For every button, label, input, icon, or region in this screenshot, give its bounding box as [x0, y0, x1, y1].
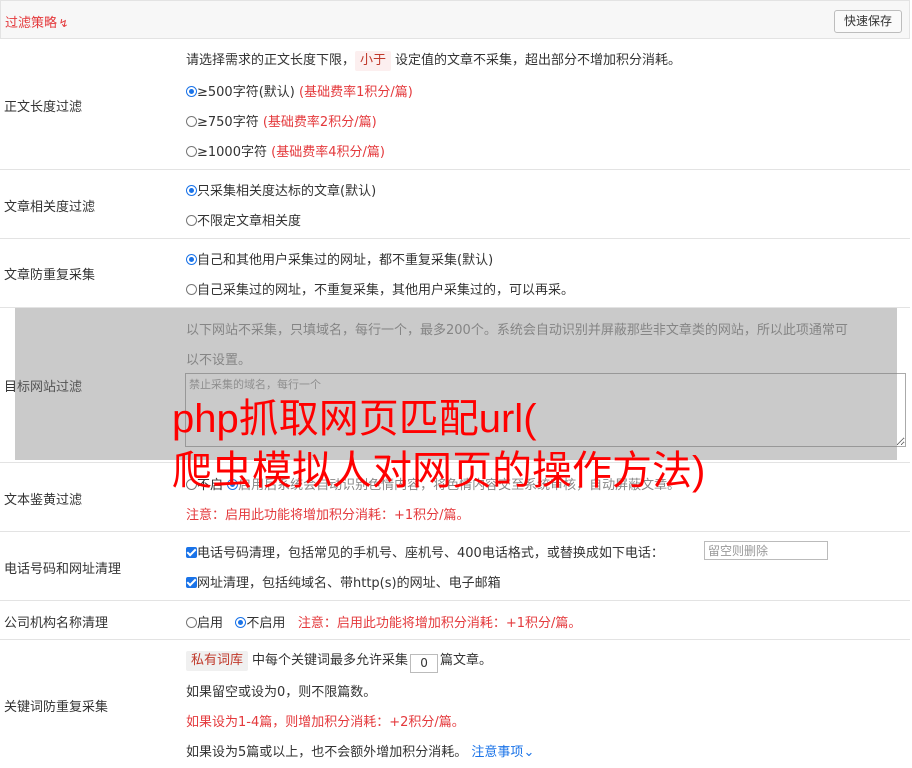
quick-save-button[interactable]: 快速保存: [833, 10, 902, 33]
length-option-1000[interactable]: ≥1000字符 (基础费率4积分/篇): [186, 141, 385, 160]
watermark-line1: php抓取网页匹配url(: [172, 397, 537, 441]
row-label-relevance: 文章相关度过滤: [4, 200, 96, 215]
length-option-label: ≥500字符(默认): [197, 85, 295, 100]
notice-link[interactable]: 注意事项⌄: [471, 745, 534, 760]
checkbox-checked-icon[interactable]: [186, 577, 197, 588]
radio-selected-icon[interactable]: [186, 86, 197, 97]
row-company-cleaning: 公司机构名称清理 启用 不启用 注意：启用此功能将增加积分消耗：+1积分/篇。: [0, 601, 910, 640]
length-option-label: ≥1000字符: [197, 145, 267, 160]
filter-strategy-toggle[interactable]: 过滤策略 ↯: [5, 12, 69, 31]
keyword-line2: 如果留空或设为0，则不限篇数。: [186, 685, 377, 700]
row-label-company: 公司机构名称清理: [4, 616, 109, 631]
row-label-site: 目标网站过滤: [4, 380, 83, 395]
keyword-count-input[interactable]: [410, 653, 439, 673]
dedup-option-label: 自己和其他用户采集过的网址，都不重复采集(默认): [197, 253, 494, 268]
length-option-note: (基础费率1积分/篇): [299, 85, 413, 100]
row-label-keyword: 关键词防重复采集: [4, 700, 109, 715]
row-label-dedup: 文章防重复采集: [4, 268, 96, 283]
chevron-down-icon: ⌄: [523, 745, 535, 760]
filter-strategy-header: 过滤策略 ↯ 快速保存: [0, 0, 910, 39]
checkbox-checked-icon[interactable]: [186, 547, 197, 558]
length-description: 请选择需求的正文长度下限， 小于 设定值的文章不采集，超出部分不增加积分消耗。: [186, 49, 681, 71]
row-label-phone: 电话号码和网址清理: [4, 562, 122, 577]
less-than-tag: 小于: [355, 51, 392, 71]
relevance-option-qualified[interactable]: 只采集相关度达标的文章(默认): [186, 180, 376, 199]
company-option-on-label: 启用: [197, 616, 224, 631]
radio-icon[interactable]: [186, 617, 197, 628]
radio-selected-icon[interactable]: [186, 254, 197, 265]
company-options: 启用 不启用 注意：启用此功能将增加积分消耗：+1积分/篇。: [186, 612, 581, 631]
keyword-line1-post: 篇文章。: [440, 653, 493, 668]
company-notice: 注意：启用此功能将增加积分消耗：+1积分/篇。: [297, 616, 582, 631]
row-length-filter: 正文长度过滤 请选择需求的正文长度下限， 小于 设定值的文章不采集，超出部分不增加积…: [0, 39, 910, 170]
dedup-option-self[interactable]: 自己采集过的网址，不重复采集，其他用户采集过的，可以再采。: [186, 279, 574, 298]
row-relevance-filter: 文章相关度过滤 只采集相关度达标的文章(默认) 不限定文章相关度: [0, 170, 910, 239]
length-option-750[interactable]: ≥750字符 (基础费率2积分/篇): [186, 111, 377, 130]
radio-icon[interactable]: [186, 146, 197, 157]
row-label-length: 正文长度过滤: [4, 100, 83, 115]
keyword-line1-pre: 中每个关键词最多允许采集: [252, 653, 409, 668]
length-desc-post: 设定值的文章不采集，超出部分不增加积分消耗。: [395, 53, 682, 68]
keyword-limit-line: 私有词库中每个关键词最多允许采集 篇文章。: [186, 649, 492, 673]
dedup-option-all[interactable]: 自己和其他用户采集过的网址，都不重复采集(默认): [186, 249, 493, 268]
row-dedup-filter: 文章防重复采集 自己和其他用户采集过的网址，都不重复采集(默认) 自己采集过的网…: [0, 239, 910, 308]
relevance-option-label: 不限定文章相关度: [197, 214, 302, 229]
radio-icon[interactable]: [186, 284, 197, 295]
radio-icon[interactable]: [186, 215, 197, 226]
replacement-phone-input[interactable]: [704, 541, 828, 560]
row-keyword-dedup: 关键词防重复采集 私有词库中每个关键词最多允许采集 篇文章。 如果留空或设为0，则…: [0, 640, 910, 768]
radio-selected-icon[interactable]: [235, 617, 247, 628]
length-option-note: (基础费率2积分/篇): [262, 115, 377, 130]
radio-icon[interactable]: [186, 116, 197, 127]
row-label-porn: 文本鉴黄过滤: [4, 493, 83, 508]
length-option-note: (基础费率4积分/篇): [271, 145, 385, 160]
length-option-label: ≥750字符: [197, 115, 259, 130]
site-description-line1: 以下网站不采集，只填域名，每行一个，最多200个。系统会自动识别并屏蔽那些非文章…: [186, 323, 848, 338]
length-desc-pre: 请选择需求的正文长度下限，: [186, 53, 356, 68]
notice-link-label: 注意事项: [471, 745, 524, 760]
double-chevron-down-icon: ↯: [58, 17, 69, 30]
relevance-option-label: 只采集相关度达标的文章(默认): [197, 184, 377, 199]
dedup-option-label: 自己采集过的网址，不重复采集，其他用户采集过的，可以再采。: [197, 283, 575, 298]
keyword-line4: 如果设为5篇或以上，也不会额外增加积分消耗。 注意事项⌄: [186, 741, 534, 760]
keyword-line4-text: 如果设为5篇或以上，也不会额外增加积分消耗。: [186, 745, 468, 760]
relevance-option-unlimited[interactable]: 不限定文章相关度: [186, 210, 301, 229]
url-clean-label: 网址清理，包括纯域名、带http(s)的网址、电子邮箱: [197, 576, 501, 591]
porn-notice: 注意：启用此功能将增加积分消耗：+1积分/篇。: [186, 508, 470, 523]
phone-clean-option[interactable]: 电话号码清理，包括常见的手机号、座机号、400电话格式，或替换成如下电话：: [186, 542, 664, 561]
header-title: 过滤策略: [5, 16, 58, 31]
watermark-title: php抓取网页匹配url( 爬虫模拟人对网页的操作方法): [172, 393, 705, 497]
keyword-line3: 如果设为1-4篇，则增加积分消耗：+2积分/篇。: [186, 715, 465, 730]
site-description-line2: 以不设置。: [186, 353, 252, 368]
watermark-line2: 爬虫模拟人对网页的操作方法): [172, 449, 706, 493]
url-clean-option[interactable]: 网址清理，包括纯域名、带http(s)的网址、电子邮箱: [186, 572, 501, 591]
length-option-500[interactable]: ≥500字符(默认) (基础费率1积分/篇): [186, 81, 413, 100]
radio-selected-icon[interactable]: [186, 185, 197, 196]
private-lexicon-tag[interactable]: 私有词库: [186, 651, 249, 671]
company-option-off-label: 不启用: [246, 616, 286, 631]
phone-clean-label: 电话号码清理，包括常见的手机号、座机号、400电话格式，或替换成如下电话：: [197, 546, 664, 561]
